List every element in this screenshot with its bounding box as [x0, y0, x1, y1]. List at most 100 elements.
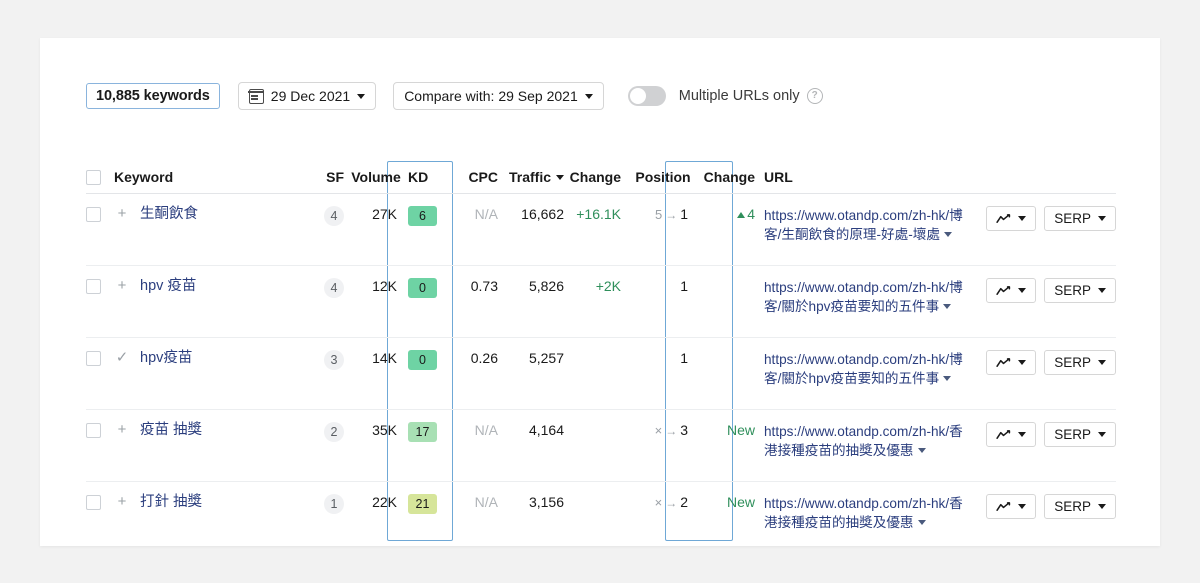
- keyword-cell: + hpv 疫苗: [86, 278, 294, 337]
- keyword-link[interactable]: hpv 疫苗: [140, 278, 196, 295]
- keyword-count-badge[interactable]: 10,885 keywords: [86, 83, 220, 109]
- serp-button[interactable]: SERP: [1044, 278, 1116, 303]
- header-keyword-label[interactable]: Keyword: [114, 169, 173, 185]
- chevron-down-icon: [1018, 288, 1026, 293]
- multiple-urls-toggle[interactable]: [628, 86, 666, 106]
- position-change-value: New: [727, 494, 755, 510]
- table-row: +生酮飲食427K6N/A16,662+16.1K5→14https://www…: [86, 194, 1116, 266]
- plus-icon[interactable]: +: [114, 206, 130, 222]
- kd-cell: 0: [408, 278, 448, 337]
- header-volume[interactable]: Volume: [344, 169, 408, 185]
- help-icon[interactable]: ?: [807, 88, 823, 104]
- url-link[interactable]: https://www.otandp.com/zh-hk/香港接種疫苗的抽獎及優…: [764, 424, 963, 458]
- row-checkbox[interactable]: [86, 351, 101, 366]
- keyword-link[interactable]: 疫苗 抽獎: [140, 422, 202, 439]
- date-picker-button[interactable]: 29 Dec 2021: [238, 82, 376, 110]
- serp-button[interactable]: SERP: [1044, 422, 1116, 447]
- chevron-down-icon: [1018, 360, 1026, 365]
- traffic-change-cell: [564, 494, 630, 554]
- metrics-chart-button[interactable]: [986, 206, 1036, 231]
- chevron-down-icon: [1018, 432, 1026, 437]
- kd-cell: 6: [408, 206, 448, 265]
- keyword-link[interactable]: hpv疫苗: [140, 350, 192, 367]
- keyword-cell: + 生酮飲食: [86, 206, 294, 265]
- traffic-cell: 3,156: [498, 494, 564, 554]
- sf-badge: 4: [324, 278, 344, 298]
- cpc-cell: 0.26: [448, 350, 498, 409]
- serp-button[interactable]: SERP: [1044, 350, 1116, 375]
- position-change-value: New: [727, 422, 755, 438]
- url-cell: https://www.otandp.com/zh-hk/博客/生酮飲食的原理-…: [764, 206, 964, 265]
- position-cell: 5→1: [630, 206, 696, 265]
- header-cpc[interactable]: CPC: [448, 169, 498, 185]
- header-kd[interactable]: KD: [408, 169, 448, 185]
- sf-badge: 1: [324, 494, 344, 514]
- chevron-down-icon[interactable]: [918, 520, 926, 525]
- header-traffic-change[interactable]: Change: [564, 169, 630, 185]
- traffic-cell: 5,826: [498, 278, 564, 337]
- chevron-down-icon[interactable]: [944, 232, 952, 237]
- url-link[interactable]: https://www.otandp.com/zh-hk/博客/生酮飲食的原理-…: [764, 208, 963, 242]
- serp-label: SERP: [1054, 283, 1091, 298]
- url-cell: https://www.otandp.com/zh-hk/香港接種疫苗的抽獎及優…: [764, 494, 964, 554]
- position-change-cell: New: [696, 422, 764, 481]
- toggle-knob: [630, 88, 646, 104]
- table-body: +生酮飲食427K6N/A16,662+16.1K5→14https://www…: [86, 194, 1116, 554]
- calendar-icon: [249, 89, 264, 104]
- traffic-change-cell: +16.1K: [564, 206, 630, 265]
- chevron-down-icon[interactable]: [943, 376, 951, 381]
- select-all-checkbox[interactable]: [86, 170, 101, 185]
- position-change-cell: [696, 278, 764, 337]
- metrics-chart-button[interactable]: [986, 278, 1036, 303]
- sf-cell: 4: [294, 278, 344, 337]
- serp-label: SERP: [1054, 427, 1091, 442]
- kd-badge: 6: [408, 206, 437, 226]
- metrics-chart-button[interactable]: [986, 350, 1036, 375]
- header-position[interactable]: Position: [630, 169, 696, 185]
- table-row: +打針 抽獎122K21N/A3,156×→2Newhttps://www.ot…: [86, 482, 1116, 554]
- chevron-down-icon: [1018, 504, 1026, 509]
- volume-cell: 12K: [344, 278, 408, 337]
- row-actions: SERP: [964, 422, 1116, 481]
- position-current: 1: [680, 206, 688, 222]
- row-checkbox[interactable]: [86, 423, 101, 438]
- url-link[interactable]: https://www.otandp.com/zh-hk/博客/關於hpv疫苗要…: [764, 352, 963, 386]
- table-header-row: Keyword SF Volume KD CPC Traffic Change …: [86, 161, 1116, 194]
- position-cell: 1: [630, 278, 696, 337]
- url-link[interactable]: https://www.otandp.com/zh-hk/博客/關於hpv疫苗要…: [764, 280, 963, 314]
- volume-cell: 27K: [344, 206, 408, 265]
- position-cell: ×→3: [630, 422, 696, 481]
- serp-button[interactable]: SERP: [1044, 494, 1116, 519]
- keyword-link[interactable]: 打針 抽獎: [140, 494, 202, 511]
- serp-label: SERP: [1054, 499, 1091, 514]
- position-current: 1: [680, 350, 688, 366]
- sparkline-icon: [996, 286, 1011, 296]
- keyword-cell: + 打針 抽獎: [86, 494, 294, 554]
- plus-icon[interactable]: +: [114, 422, 130, 438]
- header-traffic[interactable]: Traffic: [498, 169, 564, 185]
- chevron-down-icon[interactable]: [918, 448, 926, 453]
- plus-icon[interactable]: +: [114, 278, 130, 294]
- row-checkbox[interactable]: [86, 495, 101, 510]
- chevron-down-icon[interactable]: [943, 304, 951, 309]
- table-row: +hpv 疫苗412K00.735,826+2K1https://www.ota…: [86, 266, 1116, 338]
- url-link[interactable]: https://www.otandp.com/zh-hk/香港接種疫苗的抽獎及優…: [764, 496, 963, 530]
- row-actions: SERP: [964, 206, 1116, 265]
- header-position-change[interactable]: Change: [696, 169, 764, 185]
- metrics-chart-button[interactable]: [986, 422, 1036, 447]
- keyword-link[interactable]: 生酮飲食: [140, 206, 198, 223]
- row-checkbox[interactable]: [86, 207, 101, 222]
- header-url[interactable]: URL: [764, 169, 964, 185]
- check-icon[interactable]: ✓: [114, 350, 130, 366]
- table-row: +疫苗 抽獎235K17N/A4,164×→3Newhttps://www.ot…: [86, 410, 1116, 482]
- compare-date-button[interactable]: Compare with: 29 Sep 2021: [393, 82, 604, 110]
- position-change-cell: 4: [696, 206, 764, 265]
- chevron-down-icon: [585, 94, 593, 99]
- header-sf[interactable]: SF: [294, 169, 344, 185]
- serp-button[interactable]: SERP: [1044, 206, 1116, 231]
- plus-icon[interactable]: +: [114, 494, 130, 510]
- row-checkbox[interactable]: [86, 279, 101, 294]
- position-change-cell: [696, 350, 764, 409]
- metrics-chart-button[interactable]: [986, 494, 1036, 519]
- traffic-cell: 5,257: [498, 350, 564, 409]
